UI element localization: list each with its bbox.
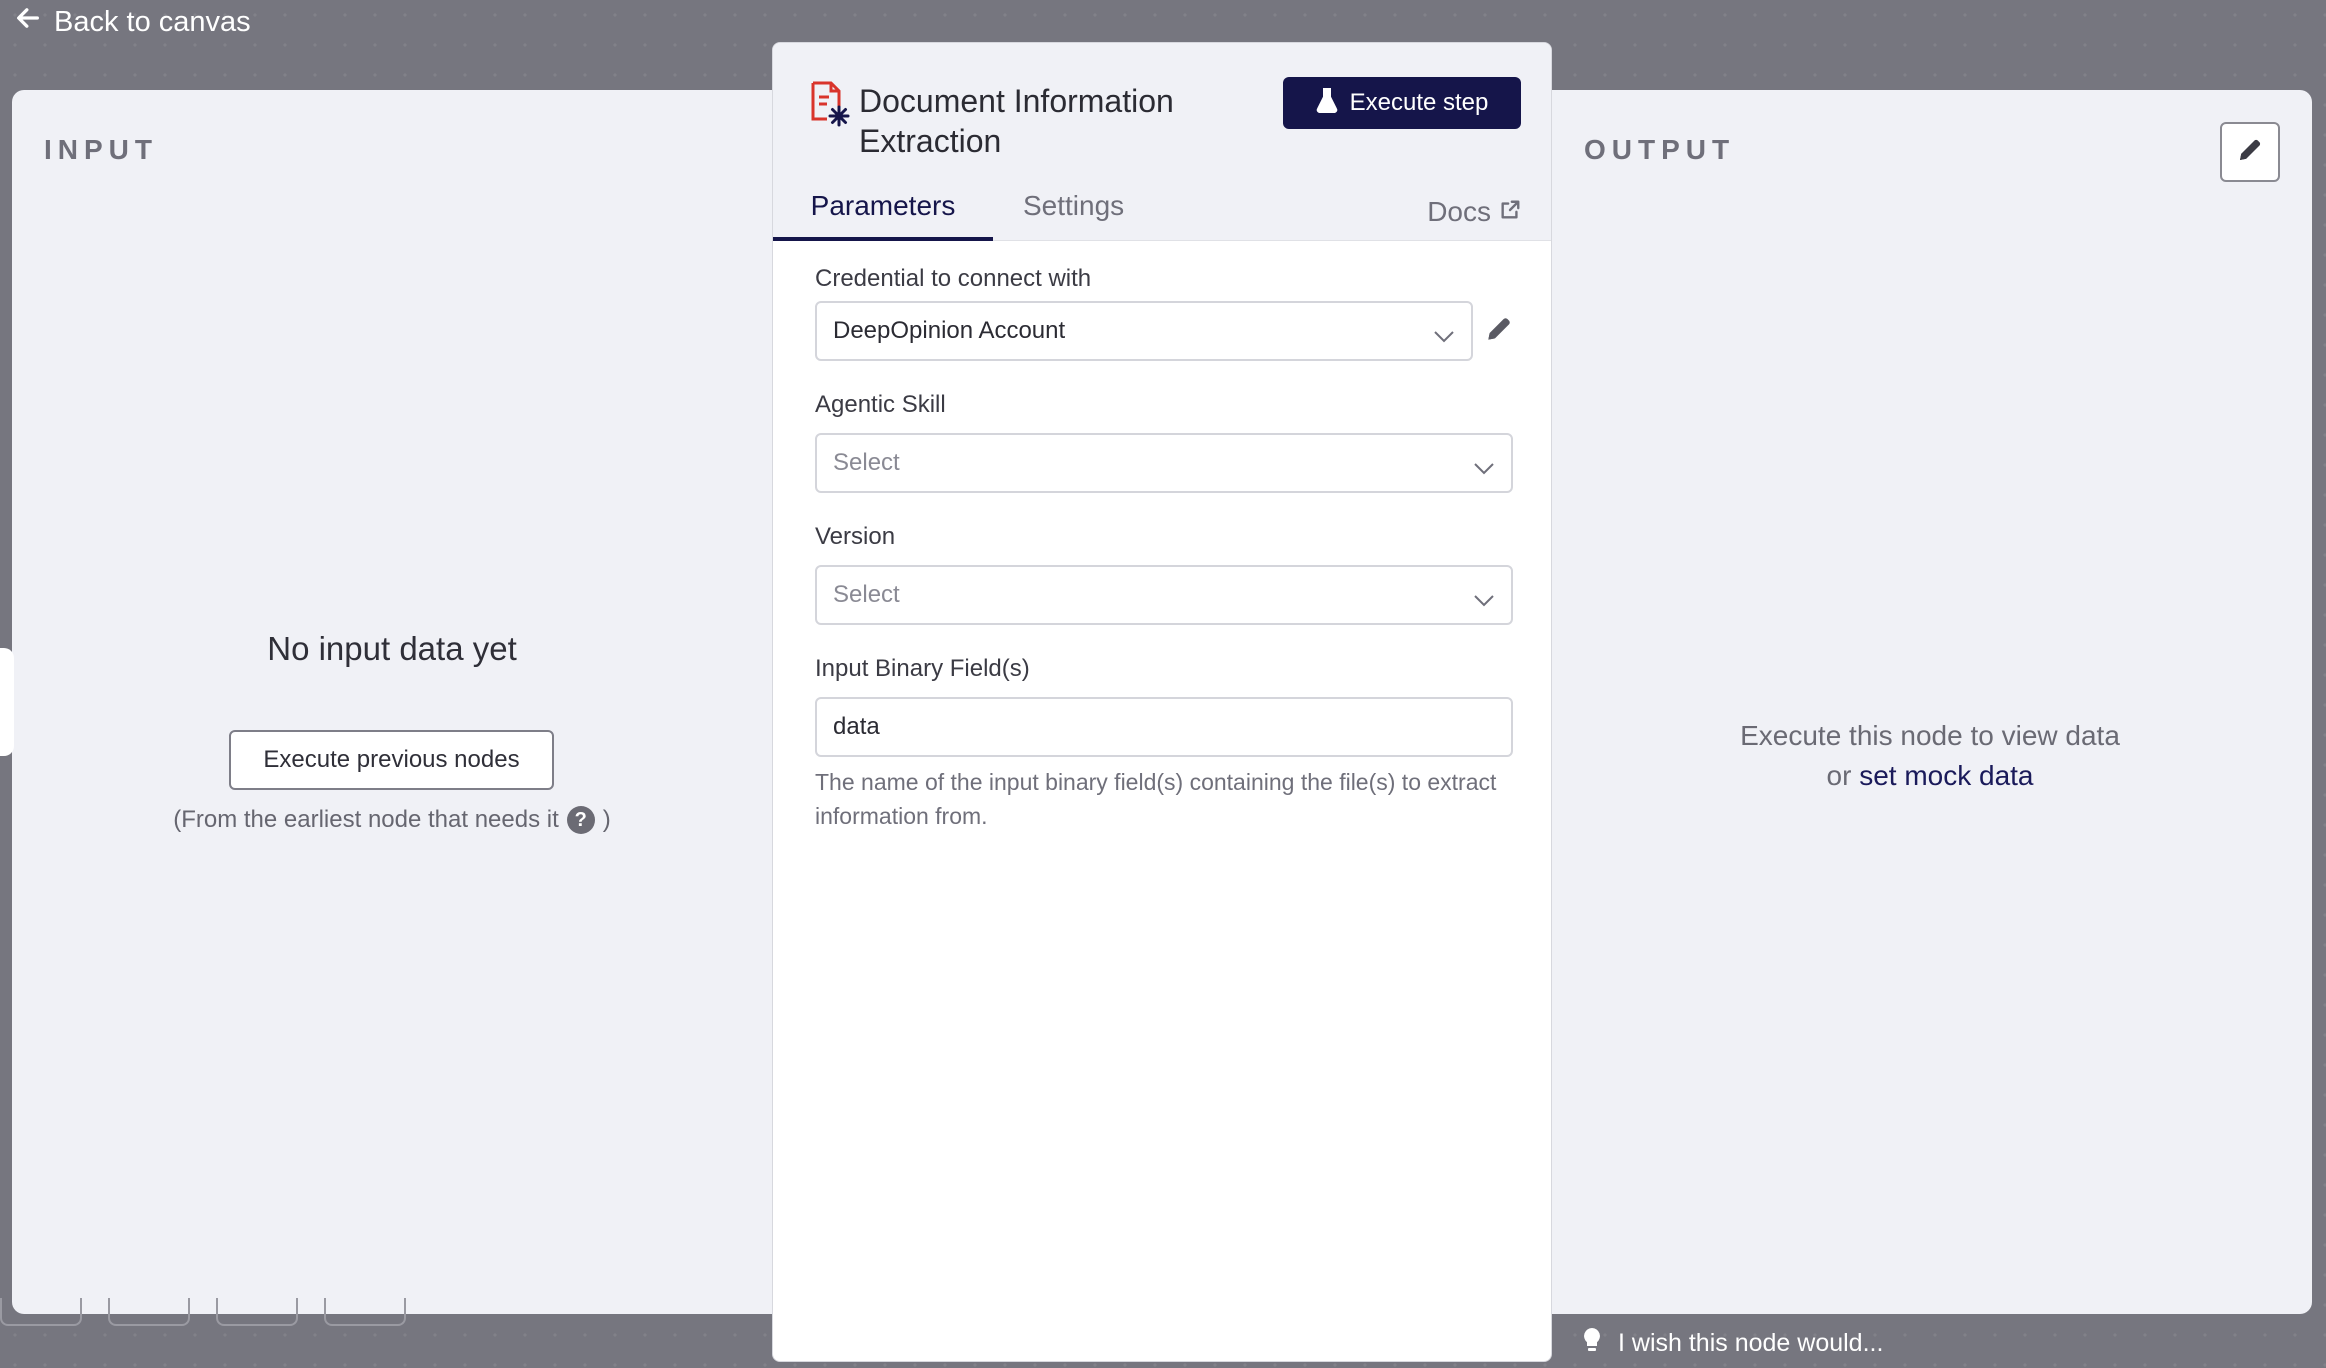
execute-previous-nodes-button[interactable]: Execute previous nodes [229,730,554,790]
binary-field-input[interactable]: data [815,697,1513,757]
back-to-canvas-label: Back to canvas [54,5,251,38]
node-settings-dialog: Document Information Extraction Execute … [772,42,1552,1362]
canvas-control[interactable] [0,1298,82,1326]
panel-drag-handle[interactable] [0,648,14,756]
binary-field-label: Input Binary Field(s) [815,655,1030,682]
canvas-control[interactable] [324,1298,406,1326]
binary-field-hint: The name of the input binary field(s) co… [815,769,1497,829]
help-icon[interactable]: ? [566,806,595,834]
agentic-skill-label: Agentic Skill [815,391,946,418]
credential-label: Credential to connect with [815,265,1092,292]
output-empty-message: Execute this node to view data or set mo… [1560,716,2300,796]
set-mock-data-link[interactable]: set mock data [1859,760,2033,791]
tab-docs[interactable]: Docs [1427,183,1521,241]
execute-previous-hint-text: (From the earliest node that needs it [173,806,559,833]
version-select[interactable]: Select [815,565,1513,625]
no-input-message: No input data yet [267,630,517,667]
pencil-icon [2235,135,2265,170]
chevron-down-icon [1433,323,1455,351]
binary-field-value: data [833,713,880,740]
docs-label: Docs [1427,196,1491,227]
canvas-control[interactable] [108,1298,190,1326]
version-label: Version [815,523,896,550]
credential-select[interactable]: DeepOpinion Account [815,301,1473,361]
input-panel-title: INPUT [44,134,158,165]
canvas-bottom-controls [0,1298,432,1326]
tab-settings[interactable]: Settings [1023,183,1124,241]
output-panel-title: OUTPUT [1584,134,1736,165]
output-or-text: or [1826,760,1852,791]
node-header: Document Information Extraction Execute … [773,43,1551,241]
canvas-control[interactable] [216,1298,298,1326]
back-to-canvas-link[interactable]: Back to canvas [14,4,251,40]
arrow-left-icon [14,4,42,40]
output-message-text: Execute this node to view data [1740,720,2120,751]
chevron-down-icon [1473,587,1495,615]
node-title[interactable]: Document Information Extraction [859,81,1239,161]
node-feedback-label: I wish this node would... [1618,1329,1884,1357]
external-link-icon [1499,189,1521,235]
agentic-skill-select[interactable]: Select [815,433,1513,493]
node-tabs: Parameters Settings Docs [773,183,1551,241]
flask-icon [1316,87,1338,120]
lightbulb-icon [1580,1326,1604,1361]
edit-output-button[interactable] [2220,122,2280,182]
credential-value: DeepOpinion Account [833,317,1066,344]
node-feedback-link[interactable]: I wish this node would... [1580,1326,1883,1361]
version-placeholder: Select [833,581,900,608]
document-extraction-icon [809,79,853,129]
execute-step-label: Execute step [1349,89,1489,116]
execute-previous-hint-close: ) [602,806,611,833]
chevron-down-icon [1473,455,1495,483]
tab-parameters[interactable]: Parameters [773,183,993,241]
execute-step-button[interactable]: Execute step [1283,77,1521,129]
edit-credential-pencil-icon[interactable] [1483,313,1515,350]
execute-previous-hint: (From the earliest node that needs it ? … [30,806,754,834]
agentic-skill-placeholder: Select [833,449,900,476]
